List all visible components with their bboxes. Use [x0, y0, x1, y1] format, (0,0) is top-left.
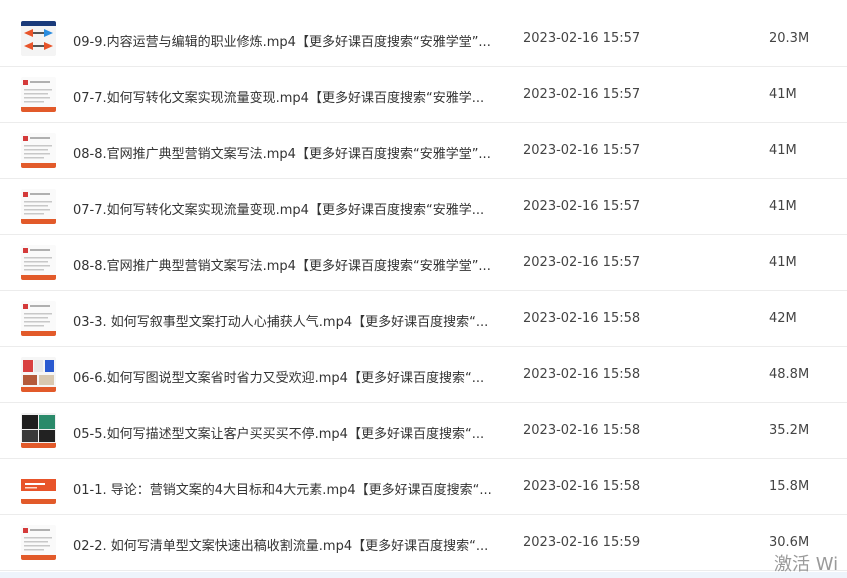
file-size: 41M — [769, 87, 797, 102]
file-modified-date: 2023-02-16 15:58 — [523, 311, 641, 326]
file-row[interactable]: 06-6.如何写图说型文案省时省力又受欢迎.mp4【更多好课百度搜索“... 20… — [0, 347, 847, 403]
file-size: 41M — [769, 199, 797, 214]
video-thumbnail-icon[interactable] — [21, 525, 56, 560]
file-size: 30.6M — [769, 535, 810, 550]
file-name[interactable]: 05-5.如何写描述型文案让客户买买买不停.mp4【更多好课百度搜索“... — [73, 423, 503, 442]
file-list: 09-9.内容运营与编辑的职业修炼.mp4【更多好课百度搜索“安雅学堂”... 2… — [0, 0, 847, 571]
file-name[interactable]: 03-3. 如何写叙事型文案打动人心捕获人气.mp4【更多好课百度搜索“... — [73, 311, 503, 330]
file-size: 41M — [769, 255, 797, 270]
file-row[interactable]: 03-3. 如何写叙事型文案打动人心捕获人气.mp4【更多好课百度搜索“... 2… — [0, 291, 847, 347]
file-name[interactable]: 08-8.官网推广典型营销文案写法.mp4【更多好课百度搜索“安雅学堂”... — [73, 143, 503, 162]
file-row[interactable]: 05-5.如何写描述型文案让客户买买买不停.mp4【更多好课百度搜索“... 20… — [0, 403, 847, 459]
file-row[interactable]: 09-9.内容运营与编辑的职业修炼.mp4【更多好课百度搜索“安雅学堂”... 2… — [0, 0, 847, 67]
file-size: 35.2M — [769, 423, 810, 438]
file-name[interactable]: 09-9.内容运营与编辑的职业修炼.mp4【更多好课百度搜索“安雅学堂”... — [73, 31, 503, 50]
file-modified-date: 2023-02-16 15:58 — [523, 423, 641, 438]
file-size: 41M — [769, 143, 797, 158]
file-row[interactable]: 08-8.官网推广典型营销文案写法.mp4【更多好课百度搜索“安雅学堂”... 2… — [0, 235, 847, 291]
file-row[interactable]: 02-2. 如何写清单型文案快速出稿收割流量.mp4【更多好课百度搜索“... 2… — [0, 515, 847, 571]
file-name[interactable]: 08-8.官网推广典型营销文案写法.mp4【更多好课百度搜索“安雅学堂”... — [73, 255, 503, 274]
video-thumbnail-icon[interactable] — [21, 133, 56, 168]
file-size: 48.8M — [769, 367, 810, 382]
file-modified-date: 2023-02-16 15:58 — [523, 367, 641, 382]
file-modified-date: 2023-02-16 15:57 — [523, 143, 641, 158]
file-modified-date: 2023-02-16 15:57 — [523, 31, 641, 46]
file-name[interactable]: 07-7.如何写转化文案实现流量变现.mp4【更多好课百度搜索“安雅学... — [73, 87, 503, 106]
file-modified-date: 2023-02-16 15:58 — [523, 479, 641, 494]
file-size: 42M — [769, 311, 797, 326]
bottom-status-strip — [0, 572, 847, 578]
video-thumbnail-icon[interactable] — [21, 301, 56, 336]
file-modified-date: 2023-02-16 15:57 — [523, 255, 641, 270]
video-thumbnail-icon[interactable] — [21, 21, 56, 56]
file-row[interactable]: 01-1. 导论：营销文案的4大目标和4大元素.mp4【更多好课百度搜索“...… — [0, 459, 847, 515]
file-row[interactable]: 08-8.官网推广典型营销文案写法.mp4【更多好课百度搜索“安雅学堂”... 2… — [0, 123, 847, 179]
file-row[interactable]: 07-7.如何写转化文案实现流量变现.mp4【更多好课百度搜索“安雅学... 20… — [0, 67, 847, 123]
file-name[interactable]: 01-1. 导论：营销文案的4大目标和4大元素.mp4【更多好课百度搜索“... — [73, 479, 503, 498]
file-modified-date: 2023-02-16 15:57 — [523, 87, 641, 102]
file-size: 20.3M — [769, 31, 810, 46]
video-thumbnail-icon[interactable] — [21, 357, 56, 392]
file-row[interactable]: 07-7.如何写转化文案实现流量变现.mp4【更多好课百度搜索“安雅学... 20… — [0, 179, 847, 235]
video-thumbnail-icon[interactable] — [21, 189, 56, 224]
video-thumbnail-icon[interactable] — [21, 469, 56, 504]
file-size: 15.8M — [769, 479, 810, 494]
video-thumbnail-icon[interactable] — [21, 245, 56, 280]
file-name[interactable]: 06-6.如何写图说型文案省时省力又受欢迎.mp4【更多好课百度搜索“... — [73, 367, 503, 386]
file-modified-date: 2023-02-16 15:57 — [523, 199, 641, 214]
video-thumbnail-icon[interactable] — [21, 77, 56, 112]
file-name[interactable]: 07-7.如何写转化文案实现流量变现.mp4【更多好课百度搜索“安雅学... — [73, 199, 503, 218]
video-thumbnail-icon[interactable] — [21, 413, 56, 448]
file-name[interactable]: 02-2. 如何写清单型文案快速出稿收割流量.mp4【更多好课百度搜索“... — [73, 535, 503, 554]
file-modified-date: 2023-02-16 15:59 — [523, 535, 641, 550]
